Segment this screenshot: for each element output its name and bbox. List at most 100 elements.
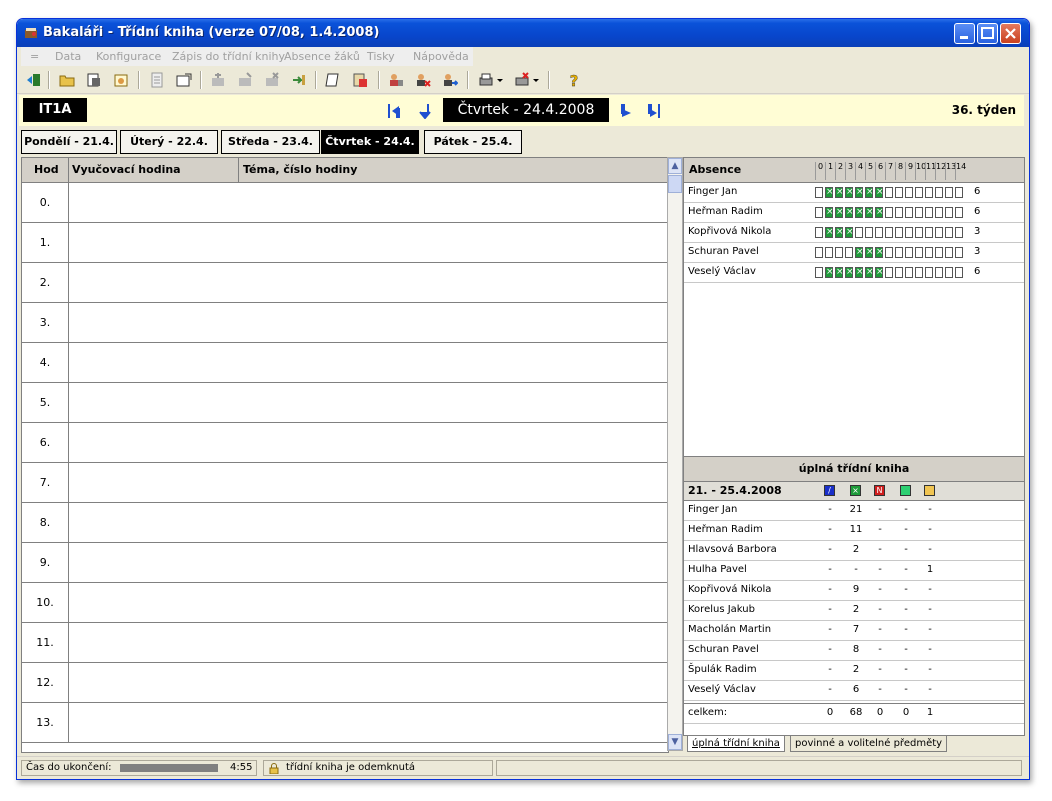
- remove-absence-icon[interactable]: [415, 72, 431, 88]
- absence-cell[interactable]: [925, 227, 933, 238]
- absence-mark[interactable]: ×: [845, 227, 854, 238]
- absence-cell[interactable]: [885, 187, 893, 198]
- absence-cell[interactable]: [885, 267, 893, 278]
- absence-mark[interactable]: ×: [825, 267, 834, 278]
- student-absence-icon[interactable]: [388, 72, 404, 88]
- absence-cell[interactable]: [955, 247, 963, 258]
- absence-cell[interactable]: [935, 227, 943, 238]
- close-button[interactable]: [1000, 23, 1021, 44]
- lesson-row[interactable]: 8.: [22, 503, 668, 543]
- tab-tuesday[interactable]: Úterý - 22.4.: [120, 130, 218, 154]
- absence-cell[interactable]: [905, 207, 913, 218]
- absence-cell[interactable]: [925, 247, 933, 258]
- absence-mark[interactable]: ×: [855, 247, 864, 258]
- absence-mark[interactable]: ×: [835, 227, 844, 238]
- document-icon[interactable]: [86, 72, 102, 88]
- title-bar[interactable]: Bakaláři - Třídní kniha (verze 07/08, 1.…: [17, 19, 1029, 47]
- class-name[interactable]: IT1A: [23, 98, 87, 122]
- summary-row[interactable]: Kopřivová Nikola - 9 - - -: [684, 581, 1024, 601]
- absence-cell[interactable]: [935, 207, 943, 218]
- lesson-row[interactable]: 12.: [22, 663, 668, 703]
- absence-cell[interactable]: [935, 187, 943, 198]
- lesson-row[interactable]: 0.: [22, 183, 668, 223]
- absence-mark[interactable]: ×: [865, 247, 874, 258]
- lesson-row[interactable]: 3.: [22, 303, 668, 343]
- lesson-row[interactable]: 10.: [22, 583, 668, 623]
- scroll-up-icon[interactable]: ▲: [668, 158, 682, 174]
- absence-cell[interactable]: [915, 207, 923, 218]
- print-remove-dropdown-icon[interactable]: [532, 72, 540, 88]
- absence-cell[interactable]: [905, 247, 913, 258]
- absence-mark[interactable]: ×: [855, 187, 864, 198]
- absence-cell[interactable]: [915, 187, 923, 198]
- calendar-icon[interactable]: [113, 72, 129, 88]
- absence-cell[interactable]: [925, 207, 933, 218]
- scroll-down-icon[interactable]: ▼: [668, 734, 682, 750]
- absence-cell[interactable]: [815, 187, 823, 198]
- lesson-row[interactable]: 7.: [22, 463, 668, 503]
- absence-cell[interactable]: [945, 187, 953, 198]
- import-icon[interactable]: [291, 72, 307, 88]
- menu-system[interactable]: =: [30, 50, 39, 63]
- move-absence-icon[interactable]: [442, 72, 458, 88]
- absence-mark[interactable]: ×: [825, 227, 834, 238]
- absence-cell[interactable]: [905, 227, 913, 238]
- absence-cell[interactable]: [825, 247, 833, 258]
- print-dropdown-icon[interactable]: [496, 72, 504, 88]
- absence-cell[interactable]: [815, 247, 823, 258]
- absence-cell[interactable]: [935, 247, 943, 258]
- absence-cell[interactable]: [945, 247, 953, 258]
- absence-mark[interactable]: ×: [845, 207, 854, 218]
- absence-cell[interactable]: [815, 207, 823, 218]
- absence-cell[interactable]: [895, 247, 903, 258]
- summary-row[interactable]: Veselý Václav - 6 - - -: [684, 681, 1024, 701]
- absence-mark[interactable]: ×: [865, 267, 874, 278]
- maximize-button[interactable]: [977, 23, 998, 44]
- last-day-icon[interactable]: [647, 103, 661, 119]
- absence-cell[interactable]: [955, 267, 963, 278]
- tab-wednesday[interactable]: Středa - 23.4.: [221, 130, 320, 154]
- menu-tisky[interactable]: Tisky: [367, 50, 395, 63]
- summary-row[interactable]: Hulha Pavel - - - - 1: [684, 561, 1024, 581]
- absence-mark[interactable]: ×: [865, 187, 874, 198]
- absence-cell[interactable]: [875, 227, 883, 238]
- summary-row[interactable]: Špulák Radim - 2 - - -: [684, 661, 1024, 681]
- absence-mark[interactable]: ×: [855, 267, 864, 278]
- absence-cell[interactable]: [955, 207, 963, 218]
- exit-icon[interactable]: [26, 72, 42, 88]
- absence-row[interactable]: Kopřivová Nikola × × × 3: [684, 223, 1024, 243]
- header-hod[interactable]: Hod: [34, 163, 59, 176]
- absence-cell[interactable]: [885, 227, 893, 238]
- absence-mark[interactable]: ×: [835, 207, 844, 218]
- absence-mark[interactable]: ×: [835, 267, 844, 278]
- absence-mark[interactable]: ×: [845, 187, 854, 198]
- absence-mark[interactable]: ×: [845, 267, 854, 278]
- absence-cell[interactable]: [955, 187, 963, 198]
- properties-icon[interactable]: [176, 72, 192, 88]
- print-icon[interactable]: [478, 72, 494, 88]
- absence-mark[interactable]: ×: [865, 207, 874, 218]
- first-day-icon[interactable]: [387, 103, 401, 119]
- lesson-row[interactable]: 11.: [22, 623, 668, 663]
- minimize-button[interactable]: [954, 23, 975, 44]
- header-topic[interactable]: Téma, číslo hodiny: [243, 163, 357, 176]
- absence-cell[interactable]: [895, 207, 903, 218]
- header-subject[interactable]: Vyučovací hodina: [72, 163, 181, 176]
- absence-cell[interactable]: [835, 247, 843, 258]
- absence-cell[interactable]: [915, 247, 923, 258]
- tab-full-class-book[interactable]: úplná třídní kniha: [687, 736, 785, 752]
- absence-cell[interactable]: [815, 227, 823, 238]
- absence-mark[interactable]: ×: [875, 187, 884, 198]
- absence-cell[interactable]: [865, 227, 873, 238]
- page-icon[interactable]: [149, 72, 165, 88]
- absence-cell[interactable]: [815, 267, 823, 278]
- open-folder-icon[interactable]: [59, 72, 75, 88]
- print-remove-icon[interactable]: [514, 72, 530, 88]
- absence-cell[interactable]: [935, 267, 943, 278]
- absence-row[interactable]: Heřman Radim × × × × × × 6: [684, 203, 1024, 223]
- summary-row[interactable]: Heřman Radim - 11 - - -: [684, 521, 1024, 541]
- tab-monday[interactable]: Pondělí - 21.4.: [21, 130, 117, 154]
- absence-cell[interactable]: [895, 187, 903, 198]
- absence-cell[interactable]: [905, 267, 913, 278]
- lesson-row[interactable]: 2.: [22, 263, 668, 303]
